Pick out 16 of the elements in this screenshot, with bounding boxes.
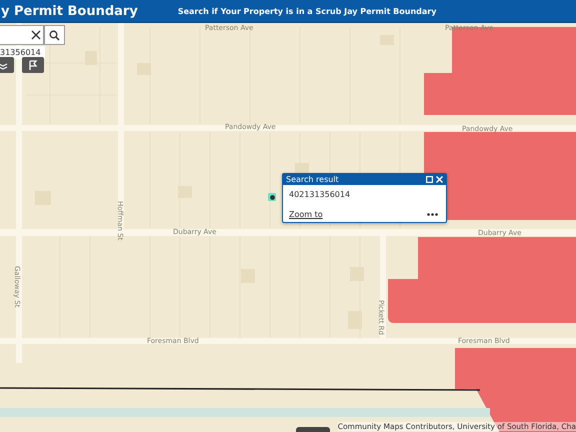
- popup-title: Search result: [286, 175, 339, 184]
- parcel-number: 402131356014: [289, 190, 352, 199]
- location-marker[interactable]: [268, 193, 276, 201]
- search-button[interactable]: [44, 25, 65, 45]
- close-icon[interactable]: [436, 176, 443, 183]
- panel-toggle-button[interactable]: [296, 427, 330, 432]
- search-field[interactable]: [0, 25, 44, 45]
- search-icon: [49, 30, 60, 40]
- maximize-icon[interactable]: [426, 176, 433, 183]
- clear-icon[interactable]: [31, 30, 41, 40]
- more-icon[interactable]: [427, 213, 438, 216]
- app-subtitle: Search if Your Property is in a Scrub Jay Permit Boundary: [178, 6, 436, 16]
- flag-icon: [28, 60, 38, 70]
- app-title: y Permit Boundary: [1, 4, 138, 18]
- zoom-to-link[interactable]: Zoom to: [289, 210, 323, 219]
- legend-button[interactable]: [22, 57, 44, 73]
